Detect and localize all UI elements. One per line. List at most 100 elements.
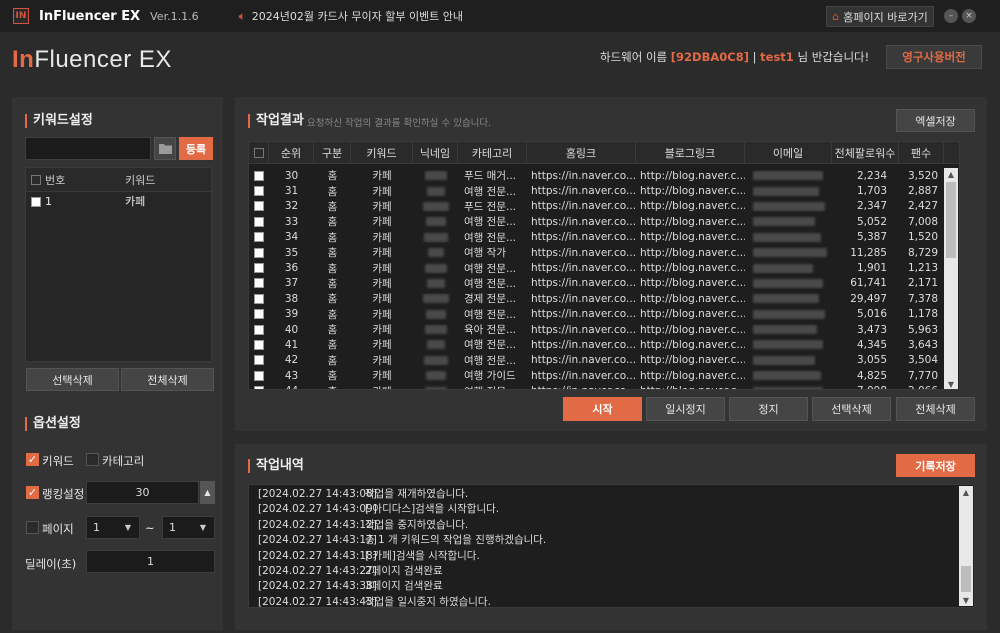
- scroll-down-icon[interactable]: ▼: [944, 378, 958, 389]
- results-delete-all-button[interactable]: 전체삭제: [896, 397, 975, 421]
- table-row[interactable]: 42 홈 카페 여행 전문... https://in.naver.co... http:…: [249, 353, 959, 368]
- pause-button[interactable]: 일시정지: [646, 397, 725, 421]
- cell-blog: http://blog.naver.c...: [640, 338, 745, 351]
- cell-keyword: 카페: [372, 231, 392, 244]
- cell-blog: http://blog.naver.c...: [636, 385, 745, 389]
- cell-category: 여행 전문...: [464, 277, 516, 290]
- cell-type: 홈: [327, 185, 338, 198]
- select-all-checkbox[interactable]: [31, 175, 41, 185]
- cell-category: 여행 작가: [464, 247, 506, 260]
- table-row[interactable]: 39 홈 카페 여행 전문... https://in.naver.co... http:…: [249, 307, 959, 322]
- cell-fans: 1,213: [907, 262, 938, 275]
- row-checkbox[interactable]: [254, 263, 264, 274]
- cell-home: https://in.naver.co...: [531, 169, 636, 182]
- keyword-input[interactable]: [25, 137, 151, 160]
- results-table: 순위 구분 키워드 닉네임 카테고리 홈링크 블로그링크 이메일 전체팔로워수 …: [248, 141, 960, 390]
- page-from-select[interactable]: 1 ▼: [86, 516, 140, 539]
- log-line: [2024.02.27 14:43:18][ 카페]검색을 시작합니다.: [258, 549, 480, 562]
- row-checkbox[interactable]: [254, 170, 264, 181]
- ranking-input[interactable]: 30: [86, 481, 199, 504]
- row-checkbox[interactable]: [254, 370, 264, 381]
- cell-rank: 35: [284, 246, 299, 259]
- cell-fans: 7,008: [907, 215, 938, 228]
- folder-icon[interactable]: [154, 137, 176, 160]
- homepage-button[interactable]: ⌂ 홈페이지 바로가기: [826, 6, 934, 27]
- log-title: 작업내역: [248, 459, 304, 473]
- scroll-down-icon[interactable]: ▼: [959, 594, 973, 606]
- row-checkbox[interactable]: [254, 278, 264, 289]
- scroll-up-icon[interactable]: ▲: [944, 168, 958, 180]
- ranking-option-checkbox[interactable]: ✓: [26, 486, 39, 499]
- permanent-version-button[interactable]: 영구사용버전: [886, 45, 982, 69]
- scroll-up-icon[interactable]: ▲: [959, 486, 973, 498]
- table-row[interactable]: 36 홈 카페 여행 전문... https://in.naver.co... http:…: [249, 260, 959, 275]
- redacted-text: [423, 232, 448, 242]
- cell-home: https://in.naver.co...: [531, 354, 636, 367]
- chevron-down-icon: ▼: [124, 523, 131, 532]
- table-row[interactable]: 30 홈 카페 푸드 매거... https://in.naver.co... http:…: [249, 168, 959, 183]
- table-row[interactable]: 38 홈 카페 경제 전문... https://in.naver.co... http:…: [249, 291, 959, 306]
- row-checkbox[interactable]: [254, 247, 264, 258]
- chevron-down-icon: ▼: [199, 523, 206, 532]
- delay-input[interactable]: 1: [86, 550, 215, 573]
- cell-home: https://in.naver.co...: [531, 246, 636, 259]
- row-checkbox[interactable]: [254, 355, 264, 366]
- table-row[interactable]: 34 홈 카페 여행 전문... https://in.naver.co... http:…: [249, 230, 959, 245]
- keyword-delete-all-button[interactable]: 전체삭제: [121, 368, 214, 391]
- row-checkbox[interactable]: [31, 196, 41, 207]
- scroll-thumb[interactable]: [946, 182, 956, 258]
- redacted-text: [753, 248, 827, 258]
- row-checkbox[interactable]: [254, 293, 264, 304]
- ranking-spin-up-icon[interactable]: ▲: [200, 481, 215, 504]
- cell-fans: 3,520: [907, 169, 938, 182]
- log-save-button[interactable]: 기록저장: [896, 454, 975, 477]
- stop-button[interactable]: 정지: [729, 397, 808, 421]
- row-checkbox[interactable]: [254, 201, 264, 212]
- table-row[interactable]: 33 홈 카페 여행 전문... https://in.naver.co... http:…: [249, 214, 959, 229]
- table-row[interactable]: 41 홈 카페 여행 전문... https://in.naver.co... http:…: [249, 337, 959, 352]
- list-item[interactable]: 1 카페: [26, 192, 211, 210]
- cell-blog: http://blog.naver.c...: [640, 200, 745, 213]
- redacted-text: [426, 186, 445, 196]
- table-row[interactable]: 31 홈 카페 여행 전문... https://in.naver.co... http:…: [249, 183, 959, 198]
- cell-category: 여행 전문...: [464, 308, 516, 321]
- notice-link[interactable]: 2024년02월 카드사 무이자 할부 이벤트 안내: [252, 8, 463, 24]
- table-row[interactable]: 32 홈 카페 푸드 전문... https://in.naver.co... http:…: [249, 199, 959, 214]
- keyword-option-checkbox[interactable]: ✓: [26, 453, 39, 466]
- select-all-results-checkbox[interactable]: [253, 148, 264, 158]
- row-checkbox[interactable]: [254, 339, 264, 350]
- table-row[interactable]: 35 홈 카페 여행 작가 https://in.naver.co... http://b…: [249, 245, 959, 260]
- table-row[interactable]: 40 홈 카페 육아 전문... https://in.naver.co... http:…: [249, 322, 959, 337]
- category-option-checkbox[interactable]: [86, 453, 99, 466]
- table-row[interactable]: 37 홈 카페 여행 전문... https://in.naver.co... http:…: [249, 276, 959, 291]
- page-to-select[interactable]: 1 ▼: [162, 516, 215, 539]
- close-button[interactable]: ×: [962, 9, 976, 23]
- row-checkbox[interactable]: [254, 232, 264, 243]
- register-button[interactable]: 등록: [179, 137, 213, 160]
- page-option-checkbox[interactable]: [26, 521, 39, 534]
- keyword-delete-selected-button[interactable]: 선택삭제: [26, 368, 119, 391]
- results-scrollbar[interactable]: ▲ ▼: [944, 168, 958, 389]
- log-scrollbar[interactable]: ▲ ▼: [959, 486, 973, 606]
- row-checkbox[interactable]: [254, 186, 264, 197]
- row-checkbox[interactable]: [254, 386, 264, 389]
- cell-category: 경제 전문...: [464, 293, 516, 306]
- excel-save-button[interactable]: 엑셀저장: [896, 109, 975, 132]
- cell-keyword: 카페: [372, 370, 392, 383]
- redacted-text: [753, 186, 819, 196]
- start-button[interactable]: 시작: [563, 397, 642, 421]
- row-checkbox[interactable]: [254, 324, 264, 335]
- table-row[interactable]: 43 홈 카페 여행 가이드 https://in.naver.co... http://…: [249, 368, 959, 383]
- row-checkbox[interactable]: [254, 309, 264, 320]
- results-delete-selected-button[interactable]: 선택삭제: [812, 397, 891, 421]
- redacted-text: [753, 386, 823, 389]
- table-row[interactable]: 44홈카페 여행 전문...https://in.naver.co...http:…: [249, 383, 959, 389]
- minimize-button[interactable]: –: [944, 9, 958, 23]
- redacted-text: [753, 294, 819, 304]
- cell-followers: 3,473: [856, 323, 887, 336]
- cell-type: 홈: [314, 384, 351, 389]
- redacted-text: [753, 340, 823, 350]
- cell-blog: http://blog.naver.c...: [640, 292, 745, 305]
- scroll-thumb[interactable]: [961, 566, 971, 592]
- row-checkbox[interactable]: [254, 216, 264, 227]
